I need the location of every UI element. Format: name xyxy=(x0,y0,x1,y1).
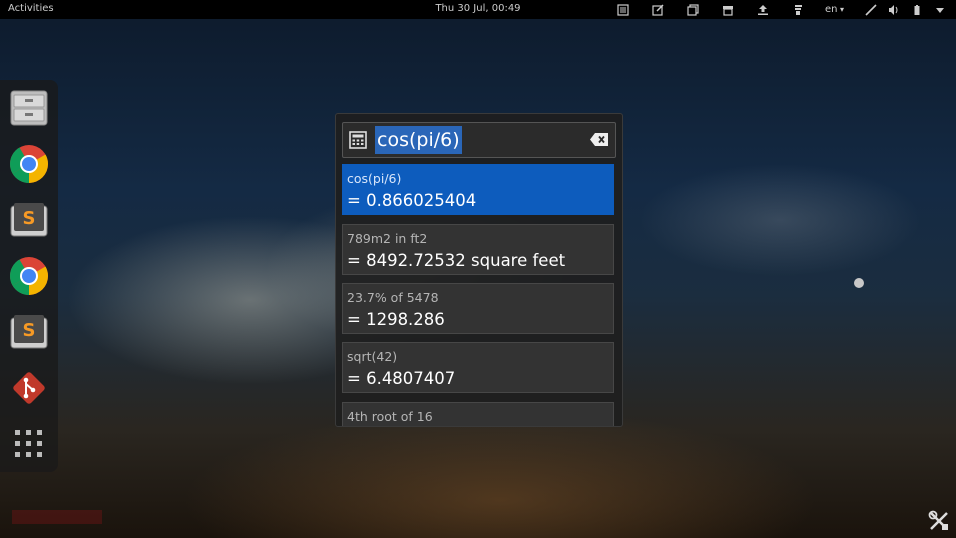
book-icon[interactable] xyxy=(790,1,807,18)
result-value: = 1298.286 xyxy=(347,310,445,329)
result-expression: 4th root of 16 xyxy=(347,409,433,424)
result-expression: cos(pi/6) xyxy=(347,171,402,186)
dash-item-sublime-2[interactable]: S xyxy=(9,312,49,352)
dash-item-chrome[interactable] xyxy=(9,144,49,184)
sublime-text-icon: S xyxy=(10,315,48,349)
result-value: = 6.4807407 xyxy=(347,369,456,388)
dash-item-sublime[interactable]: S xyxy=(9,200,49,240)
calculator-search-popup: cos(pi/6) cos(pi/6) = 0.866025404 789m2 … xyxy=(335,113,623,427)
result-value: = 8492.72532 square feet xyxy=(347,251,566,270)
result-expression: 23.7% of 5478 xyxy=(347,290,439,305)
clear-icon[interactable] xyxy=(589,132,609,147)
upload-icon[interactable] xyxy=(755,1,772,18)
activities-button[interactable]: Activities xyxy=(8,3,54,14)
result-expression: sqrt(42) xyxy=(347,349,398,364)
calculator-icon xyxy=(349,131,367,149)
dash: S S xyxy=(0,80,58,472)
tools-icon[interactable] xyxy=(928,510,950,532)
wallpaper-detail xyxy=(12,510,102,524)
battery-icon[interactable] xyxy=(908,1,925,18)
app-grid-icon xyxy=(15,430,42,457)
result-item[interactable]: 4th root of 16 xyxy=(342,402,614,426)
system-tray: en xyxy=(597,1,948,18)
search-entry[interactable]: cos(pi/6) xyxy=(342,122,616,158)
copy-icon[interactable] xyxy=(685,1,702,18)
result-expression: 789m2 in ft2 xyxy=(347,231,428,246)
notes-icon[interactable] xyxy=(615,1,632,18)
moon xyxy=(854,278,864,288)
show-applications-button[interactable] xyxy=(9,424,49,464)
top-bar: Activities Thu 30 Jul, 00:49 en xyxy=(0,0,956,19)
dash-item-files[interactable] xyxy=(9,88,49,128)
chrome-icon xyxy=(9,145,49,184)
git-icon xyxy=(13,372,45,404)
language-selector[interactable]: en xyxy=(825,4,844,15)
archive-icon[interactable] xyxy=(720,1,737,18)
search-query-text[interactable]: cos(pi/6) xyxy=(375,126,462,154)
dash-item-chrome-2[interactable] xyxy=(9,256,49,296)
result-item[interactable]: 23.7% of 5478 = 1298.286 xyxy=(342,283,614,334)
result-item[interactable]: 789m2 in ft2 = 8492.72532 square feet xyxy=(342,224,614,275)
result-value: = 0.866025404 xyxy=(347,191,477,210)
chrome-icon xyxy=(9,257,49,296)
file-manager-icon xyxy=(10,90,48,126)
result-item[interactable]: cos(pi/6) = 0.866025404 xyxy=(342,164,614,215)
svg-text:S: S xyxy=(23,320,36,341)
edit-icon[interactable] xyxy=(650,1,667,18)
pen-icon[interactable] xyxy=(862,1,879,18)
result-item[interactable]: sqrt(42) = 6.4807407 xyxy=(342,342,614,393)
volume-icon[interactable] xyxy=(885,1,902,18)
sublime-text-icon: S xyxy=(10,203,48,237)
svg-text:S: S xyxy=(23,208,36,229)
dash-item-git[interactable] xyxy=(9,368,49,408)
menu-arrow-icon[interactable] xyxy=(931,1,948,18)
